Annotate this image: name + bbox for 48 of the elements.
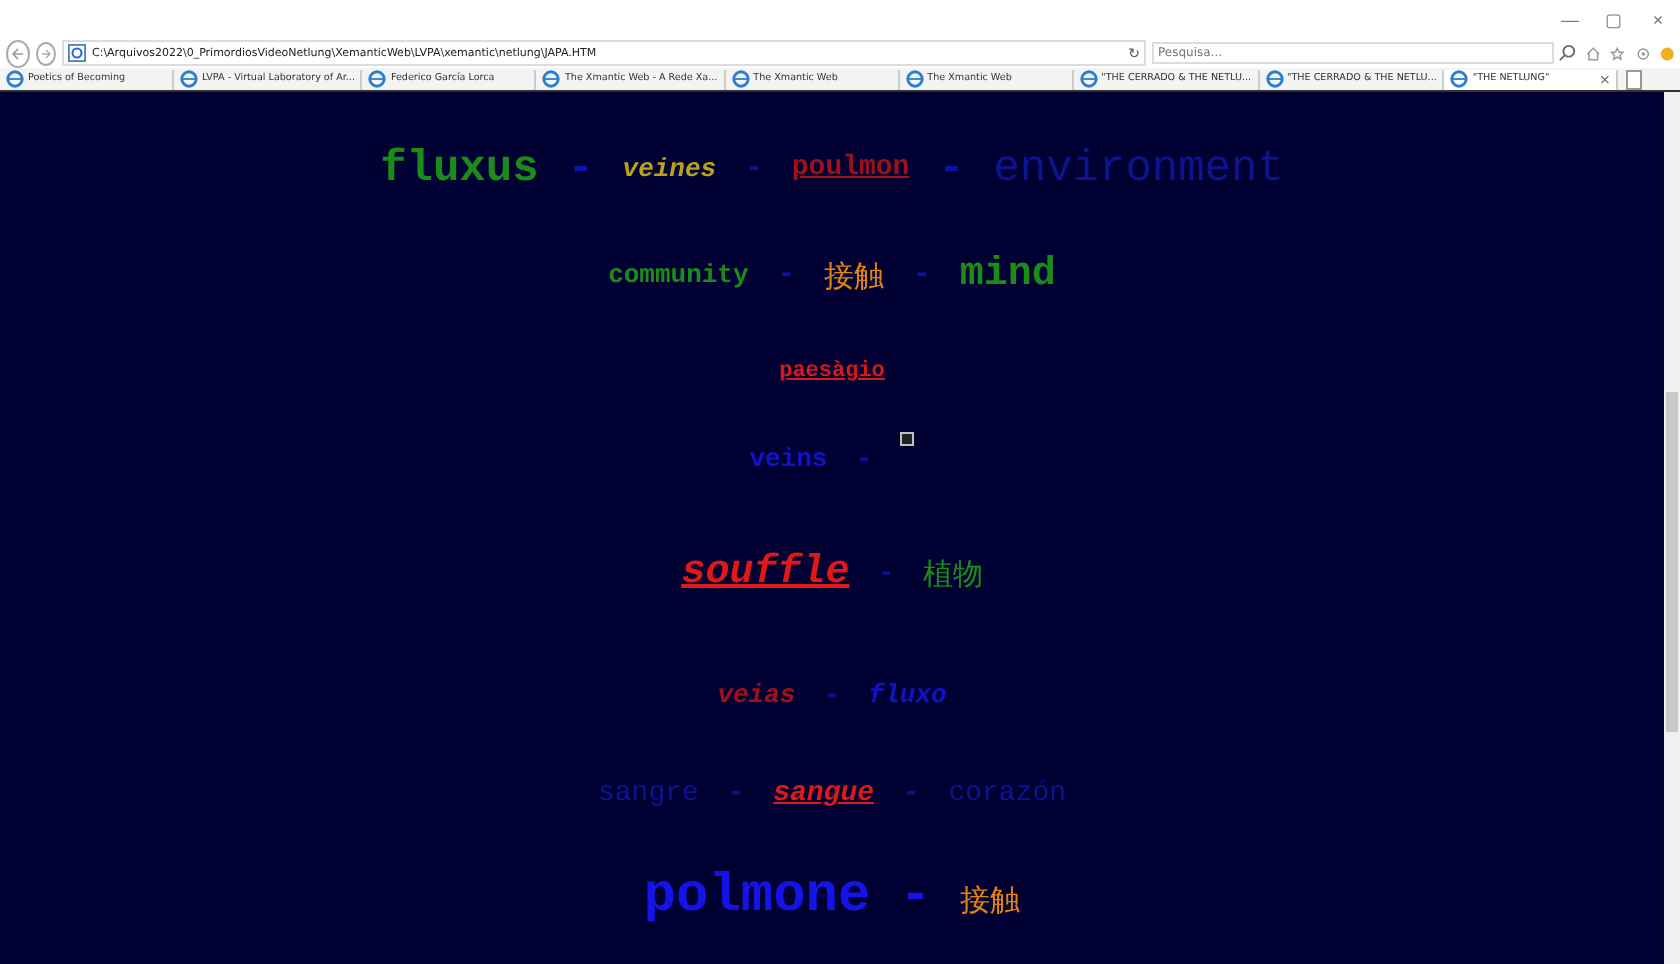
poem-word: veins — [749, 445, 828, 475]
dash-separator: - — [878, 559, 894, 589]
dash-separator: - — [899, 870, 932, 930]
dash-separator: - — [856, 445, 872, 475]
maximize-button[interactable]: ▢ — [1592, 0, 1636, 40]
poem-word: fluxo — [868, 681, 947, 711]
poem-word: corazón — [948, 780, 1067, 812]
dash-separator: - — [912, 259, 931, 293]
globe-icon — [1265, 70, 1284, 88]
poem-word: 植物 — [922, 557, 983, 591]
poem-word: veines — [622, 155, 717, 185]
globe-icon — [1450, 70, 1469, 88]
dash-separator: - — [902, 780, 920, 812]
globe-icon — [1079, 70, 1098, 88]
globe-icon — [6, 70, 24, 88]
globe-icon — [542, 70, 561, 88]
word-link[interactable]: souffle — [681, 552, 850, 596]
globe-icon — [180, 70, 198, 88]
close-button[interactable]: × — [1636, 0, 1680, 40]
new-tab-icon[interactable] — [1626, 69, 1643, 89]
star-icon[interactable] — [1610, 43, 1625, 63]
poem-word: sangre — [597, 780, 699, 812]
globe-icon — [368, 70, 387, 88]
minimize-button[interactable]: — — [1548, 0, 1592, 40]
poem-word: environment — [993, 145, 1284, 195]
scrollbar[interactable] — [1664, 92, 1680, 964]
broken-image-icon — [900, 432, 915, 446]
dash-separator: - — [777, 259, 796, 293]
poem-word: mind — [959, 254, 1056, 298]
poem-word: polmone — [643, 870, 871, 930]
globe-icon — [905, 70, 924, 88]
dash-separator: - — [938, 145, 965, 195]
settings-icon[interactable] — [1635, 43, 1650, 63]
dash-separator: - — [744, 153, 763, 187]
page-icon — [68, 44, 86, 62]
home-icon[interactable] — [1586, 43, 1601, 63]
globe-icon — [731, 70, 750, 88]
poem-word: fluxus — [380, 145, 539, 195]
poem-word: veias — [717, 681, 796, 711]
poem-word: 接触 — [824, 259, 885, 293]
dash-separator: - — [824, 681, 840, 711]
word-link[interactable]: sangue — [773, 780, 875, 812]
dash-separator: - — [727, 780, 745, 812]
poem-word: 接触 — [960, 883, 1021, 917]
word-link[interactable]: paesàgio — [779, 359, 885, 385]
search-icon[interactable] — [1558, 44, 1576, 62]
dash-separator: - — [567, 145, 594, 195]
poem-word: community — [608, 261, 749, 291]
